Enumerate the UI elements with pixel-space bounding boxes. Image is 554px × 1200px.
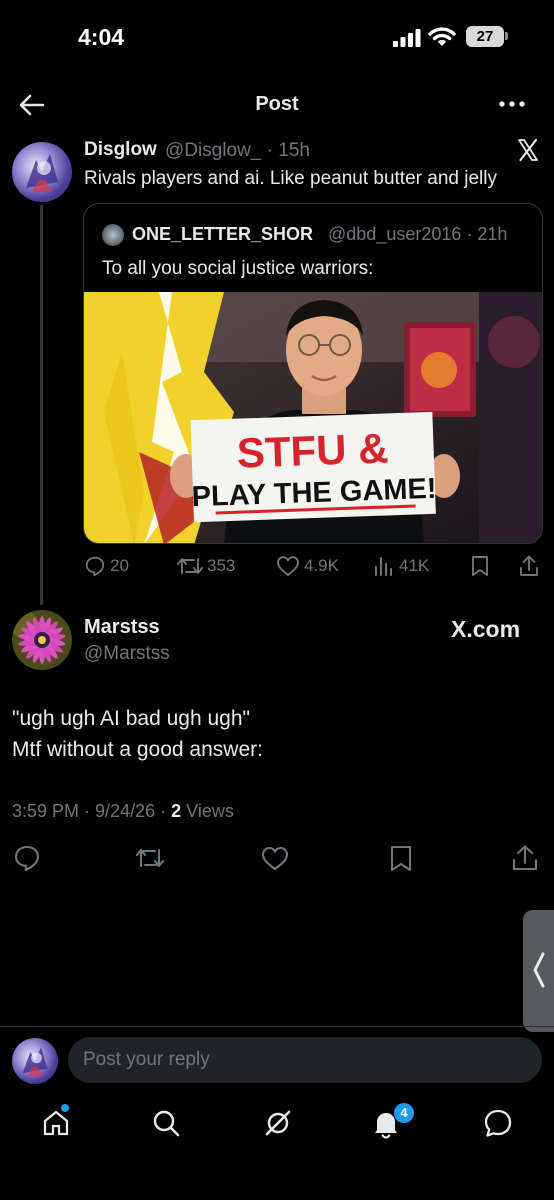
quoted-post-image[interactable]: STFU & PLAY THE GAME!	[84, 292, 543, 544]
quoted-author-avatar	[102, 224, 124, 246]
quoted-post-age: 21h	[477, 224, 508, 244]
bookmark-button[interactable]	[470, 553, 490, 579]
x-logo-icon	[518, 138, 538, 162]
battery-nub	[505, 32, 508, 40]
main-post-text-line-1: "ugh ugh AI bad ugh ugh"	[12, 707, 250, 730]
main-author-handle[interactable]: @Marstss	[84, 643, 170, 665]
repost-icon	[177, 558, 203, 574]
thread-connector-line	[40, 205, 43, 605]
home-unread-dot	[61, 1104, 69, 1112]
bookmark-icon	[472, 556, 488, 576]
main-repost-icon[interactable]	[135, 844, 165, 872]
quoted-author-handle: @dbd_user2016	[328, 224, 462, 244]
reply-divider	[0, 1026, 554, 1027]
reply-input[interactable]	[68, 1037, 542, 1083]
main-author-avatar[interactable]	[12, 610, 72, 670]
parent-author-meta: @Disglow_ · 15h	[165, 140, 310, 161]
parent-post-age: 15h	[278, 140, 310, 161]
main-post-meta: 3:59 PM · 9/24/26 · 2 Views	[12, 801, 234, 821]
reply-button[interactable]: 20	[84, 553, 129, 579]
chevron-left-icon	[533, 952, 545, 988]
quoted-author-meta: @dbd_user2016 · 21h	[328, 224, 508, 244]
sign-line-1: STFU &	[236, 424, 389, 476]
main-reply-icon[interactable]	[12, 844, 42, 872]
share-button[interactable]	[518, 553, 540, 579]
quoted-post-text: To all you social justice warriors:	[102, 258, 374, 279]
wifi-icon	[428, 27, 456, 46]
more-dots-icon[interactable]	[497, 92, 527, 116]
views-button[interactable]: 41K	[373, 553, 429, 579]
reply-count: 20	[110, 556, 129, 575]
like-count: 4.9K	[304, 556, 339, 575]
status-time: 4:04	[78, 24, 125, 50]
parent-author-name[interactable]: Disglow	[84, 139, 157, 161]
page-title: Post	[255, 93, 299, 115]
main-post-text-line-2: Mtf without a good answer:	[12, 738, 263, 761]
quoted-post-card[interactable]: ONE_LETTER_SHOR @dbd_user2016 · 21h To a…	[83, 203, 543, 544]
search-icon[interactable]	[150, 1107, 182, 1139]
cellular-signal-icon	[393, 29, 421, 47]
like-icon	[277, 556, 299, 576]
xcom-watermark: X.com	[451, 616, 521, 642]
parent-author-avatar[interactable]	[12, 142, 72, 202]
battery-indicator: 27	[466, 26, 504, 47]
main-post-time: 3:59 PM	[12, 801, 80, 821]
main-post-views-label: Views	[186, 801, 234, 821]
repost-button[interactable]: 353	[177, 553, 235, 579]
repost-count: 353	[207, 556, 236, 575]
main-post-views-count: 2	[171, 801, 182, 821]
main-post-date: 9/24/26	[95, 801, 156, 821]
main-author-name[interactable]: Marstss	[84, 616, 160, 639]
parent-author-handle[interactable]: @Disglow_	[165, 140, 261, 161]
current-user-avatar	[12, 1038, 58, 1084]
main-bookmark-icon[interactable]	[386, 844, 416, 872]
notifications-badge: 4	[394, 1103, 414, 1123]
views-count: 41K	[399, 556, 430, 575]
like-button[interactable]: 4.9K	[276, 553, 339, 579]
share-icon	[520, 555, 538, 576]
main-share-icon[interactable]	[510, 844, 540, 872]
quoted-author-name: ONE_LETTER_SHOR	[132, 224, 314, 244]
messages-icon[interactable]	[482, 1107, 514, 1139]
views-icon	[375, 557, 392, 576]
main-like-icon[interactable]	[260, 844, 290, 872]
grok-icon[interactable]	[262, 1107, 294, 1139]
reply-icon	[85, 556, 105, 577]
home-icon[interactable]	[40, 1107, 72, 1139]
parent-post-text: Rivals players and ai. Like peanut butte…	[84, 168, 497, 189]
